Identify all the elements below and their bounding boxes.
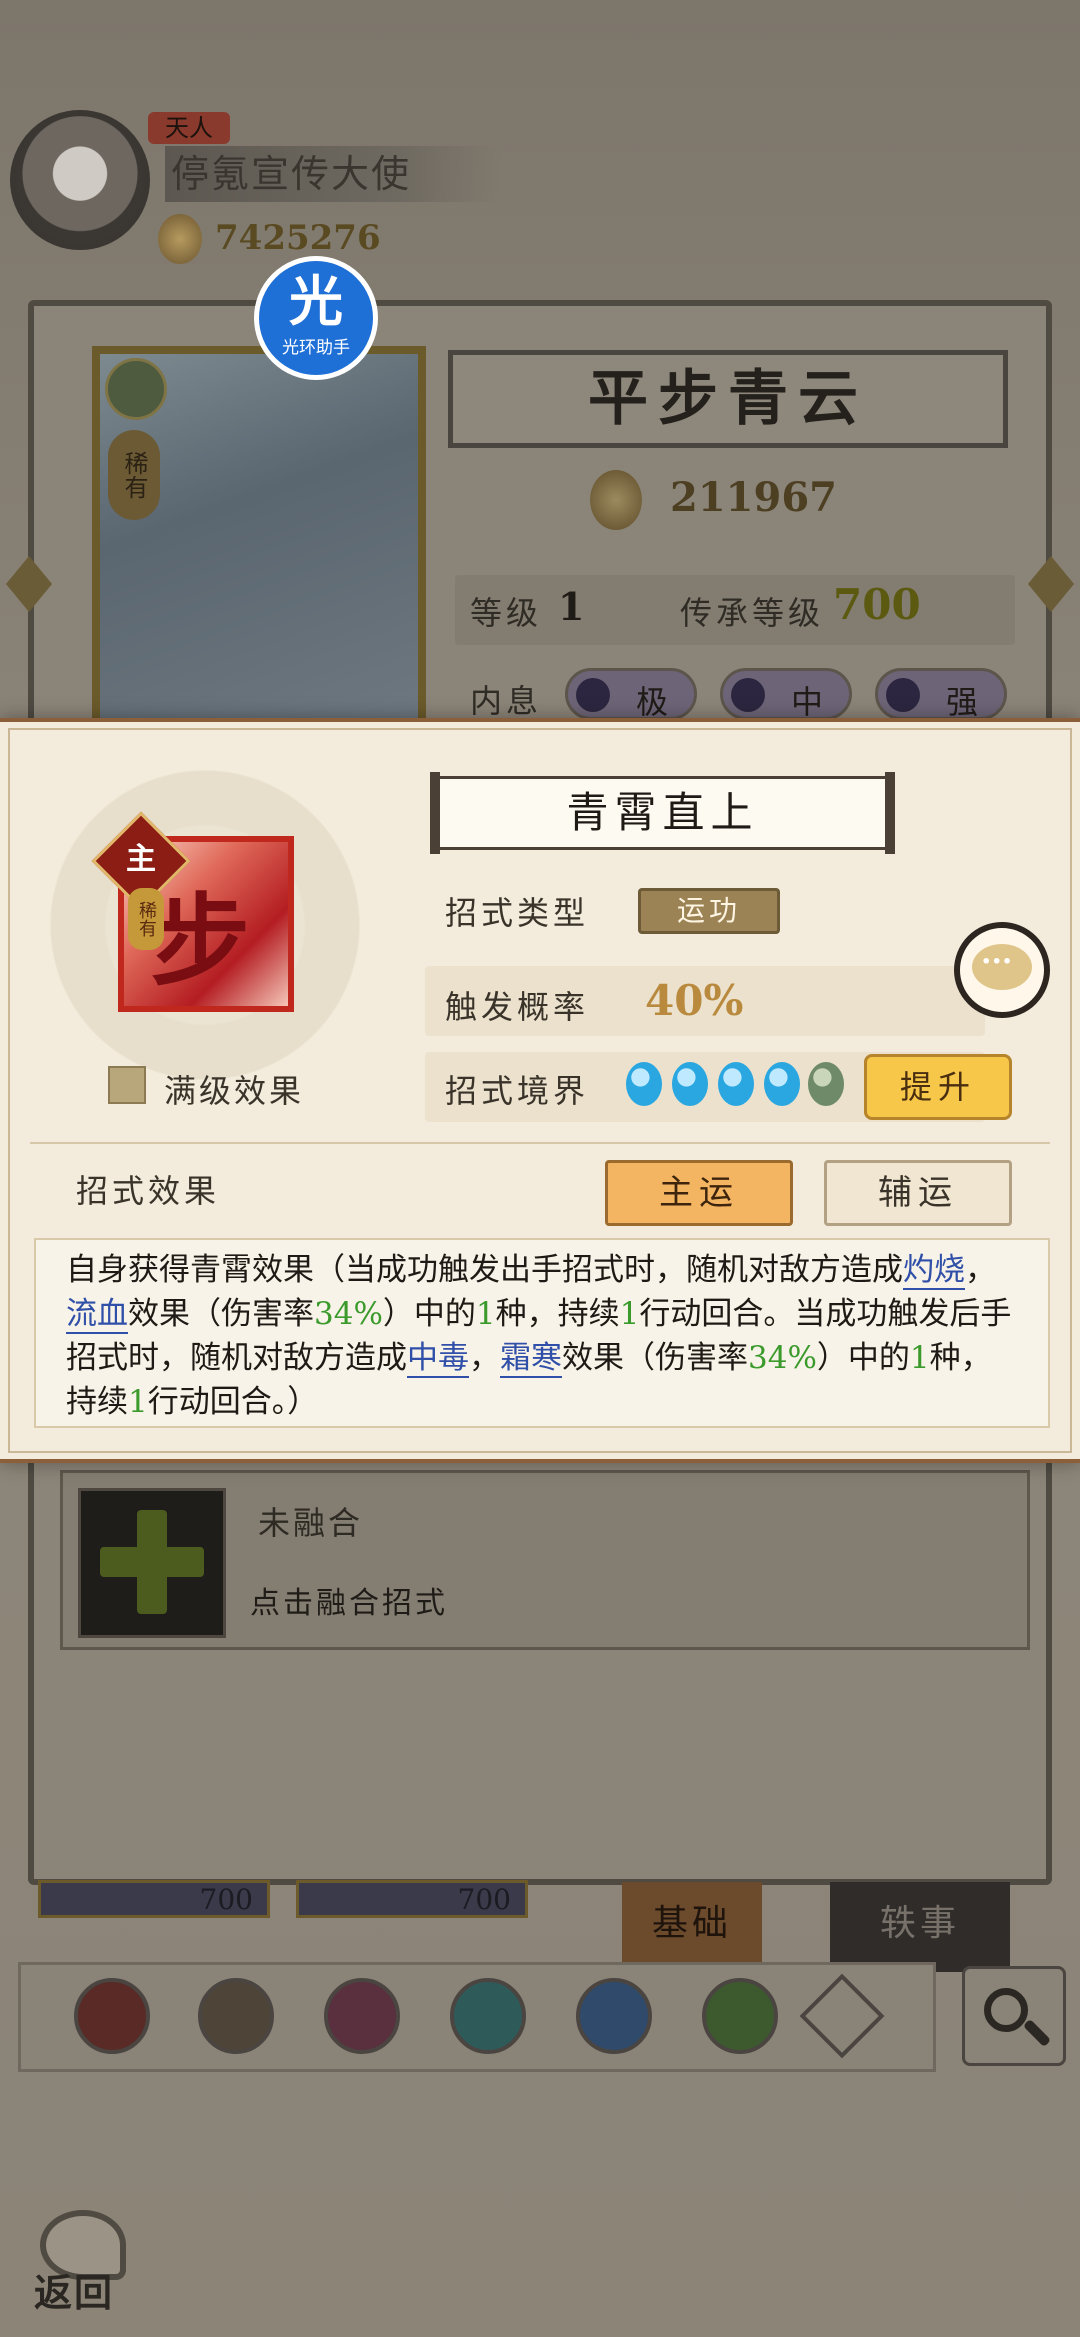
blade-school-icon[interactable] — [198, 1978, 274, 2054]
helper-floating-button[interactable]: 光 光环助手 — [254, 256, 378, 380]
max-level-label[interactable]: 满级效果 — [164, 1066, 304, 1112]
desc-text: ， — [469, 1340, 500, 1376]
desc-text: 自身获得青霄效果（当成功触发出手招式时，随机对敌方造成 — [66, 1252, 903, 1288]
search-icon — [984, 1988, 1028, 2032]
player-name: 停氪宣传大使 — [165, 146, 501, 202]
inherit-level-label: 传承等级 — [680, 594, 825, 632]
combat-power-icon — [590, 470, 642, 530]
desc-number: 1 — [909, 1340, 930, 1376]
neixi-pill[interactable]: 极 — [565, 668, 697, 721]
probability-value: 40% — [645, 976, 744, 1025]
keyword-link-burn[interactable]: 灼烧 — [903, 1252, 965, 1290]
hero-class-icon — [105, 358, 167, 420]
crescent-icon — [886, 678, 920, 712]
level-value: 1 — [558, 584, 585, 629]
neixi-value: 强 — [945, 683, 978, 721]
sub-mode-button[interactable]: 辅运 — [824, 1160, 1012, 1226]
neixi-label: 内息 — [470, 682, 543, 720]
plus-icon-bar — [100, 1547, 204, 1577]
desc-text: 种，持续 — [495, 1296, 620, 1332]
effect-description: 自身获得青霄效果（当成功触发出手招式时，随机对敌方造成灼烧，流血效果（伤害率34… — [66, 1248, 1020, 1424]
tab-anecdote[interactable]: 轶事 — [830, 1882, 1010, 1972]
desc-number: 34% — [748, 1340, 817, 1376]
hero-rarity-tag: 稀有 — [108, 430, 160, 520]
desc-text: ）中的 — [382, 1296, 476, 1332]
player-power: 7425276 — [215, 218, 381, 258]
sword-school-icon[interactable] — [74, 1978, 150, 2054]
inherit-chip: 700 — [296, 1880, 528, 1918]
level-label: 等级 — [470, 594, 543, 632]
inherit-chip: 700 — [38, 1880, 270, 1918]
realm-drop-icon — [764, 1062, 800, 1106]
max-level-checkbox[interactable] — [108, 1066, 146, 1104]
taiji-school-icon[interactable] — [576, 1978, 652, 2054]
helper-logo-glyph: 光 — [289, 269, 343, 333]
desc-text: ）中的 — [816, 1340, 910, 1376]
sun-icon — [731, 678, 765, 712]
leaf-school-icon[interactable] — [702, 1978, 778, 2054]
desc-number: 1 — [475, 1296, 496, 1332]
desc-text: ， — [965, 1252, 996, 1288]
keyword-link-poison[interactable]: 中毒 — [407, 1340, 469, 1378]
effect-label: 招式效果 — [76, 1172, 221, 1210]
desc-number: 34% — [314, 1296, 383, 1332]
keyword-link-bleed[interactable]: 流血 — [66, 1296, 128, 1334]
type-badge: 运功 — [638, 888, 780, 934]
palm-school-icon[interactable] — [324, 1978, 400, 2054]
desc-text: 效果（伤害率 — [128, 1296, 314, 1332]
fan-school-icon[interactable] — [450, 1978, 526, 2054]
keyword-link-frost[interactable]: 霜寒 — [500, 1340, 562, 1378]
realm-drop-half-icon — [808, 1062, 844, 1106]
neixi-value: 中 — [790, 683, 823, 721]
rank-badge: 天人 — [148, 112, 230, 144]
fusion-status: 未融合 — [258, 1504, 364, 1542]
realm-drop-icon — [672, 1062, 708, 1106]
main-badge: 主 — [126, 842, 156, 877]
probability-label: 触发概率 — [445, 988, 590, 1026]
desc-number: 1 — [619, 1296, 640, 1332]
skill-set-title: 平步青云 — [588, 364, 868, 434]
inherit-level-value: 700 — [833, 580, 921, 629]
chat-dots: ··· — [981, 944, 1013, 979]
type-label: 招式类型 — [445, 894, 590, 932]
rarity-tag: 稀有 — [128, 888, 164, 950]
realm-label: 招式境界 — [445, 1072, 590, 1110]
helper-label: 光环助手 — [282, 338, 350, 358]
desc-number: 1 — [128, 1384, 148, 1420]
skill-name: 青霄直上 — [566, 788, 759, 837]
power-icon — [158, 214, 202, 264]
moon-icon — [576, 678, 610, 712]
desc-text: 效果（伤害率 — [562, 1340, 748, 1376]
fusion-hint: 点击融合招式 — [250, 1586, 448, 1621]
main-mode-button[interactable]: 主运 — [605, 1160, 793, 1226]
neixi-value: 极 — [635, 683, 668, 721]
neixi-pill[interactable]: 强 — [875, 668, 1007, 721]
realm-drop-icon — [718, 1062, 754, 1106]
neixi-pill[interactable]: 中 — [720, 668, 852, 721]
player-avatar[interactable] — [10, 110, 150, 250]
divider — [30, 1142, 1050, 1144]
desc-text: 行动回合。） — [147, 1384, 319, 1420]
skill-combat-power: 211967 — [670, 474, 837, 521]
upgrade-button[interactable]: 提升 — [864, 1054, 1012, 1120]
realm-drop-icon — [626, 1062, 662, 1106]
back-label: 返回 — [34, 2270, 115, 2315]
